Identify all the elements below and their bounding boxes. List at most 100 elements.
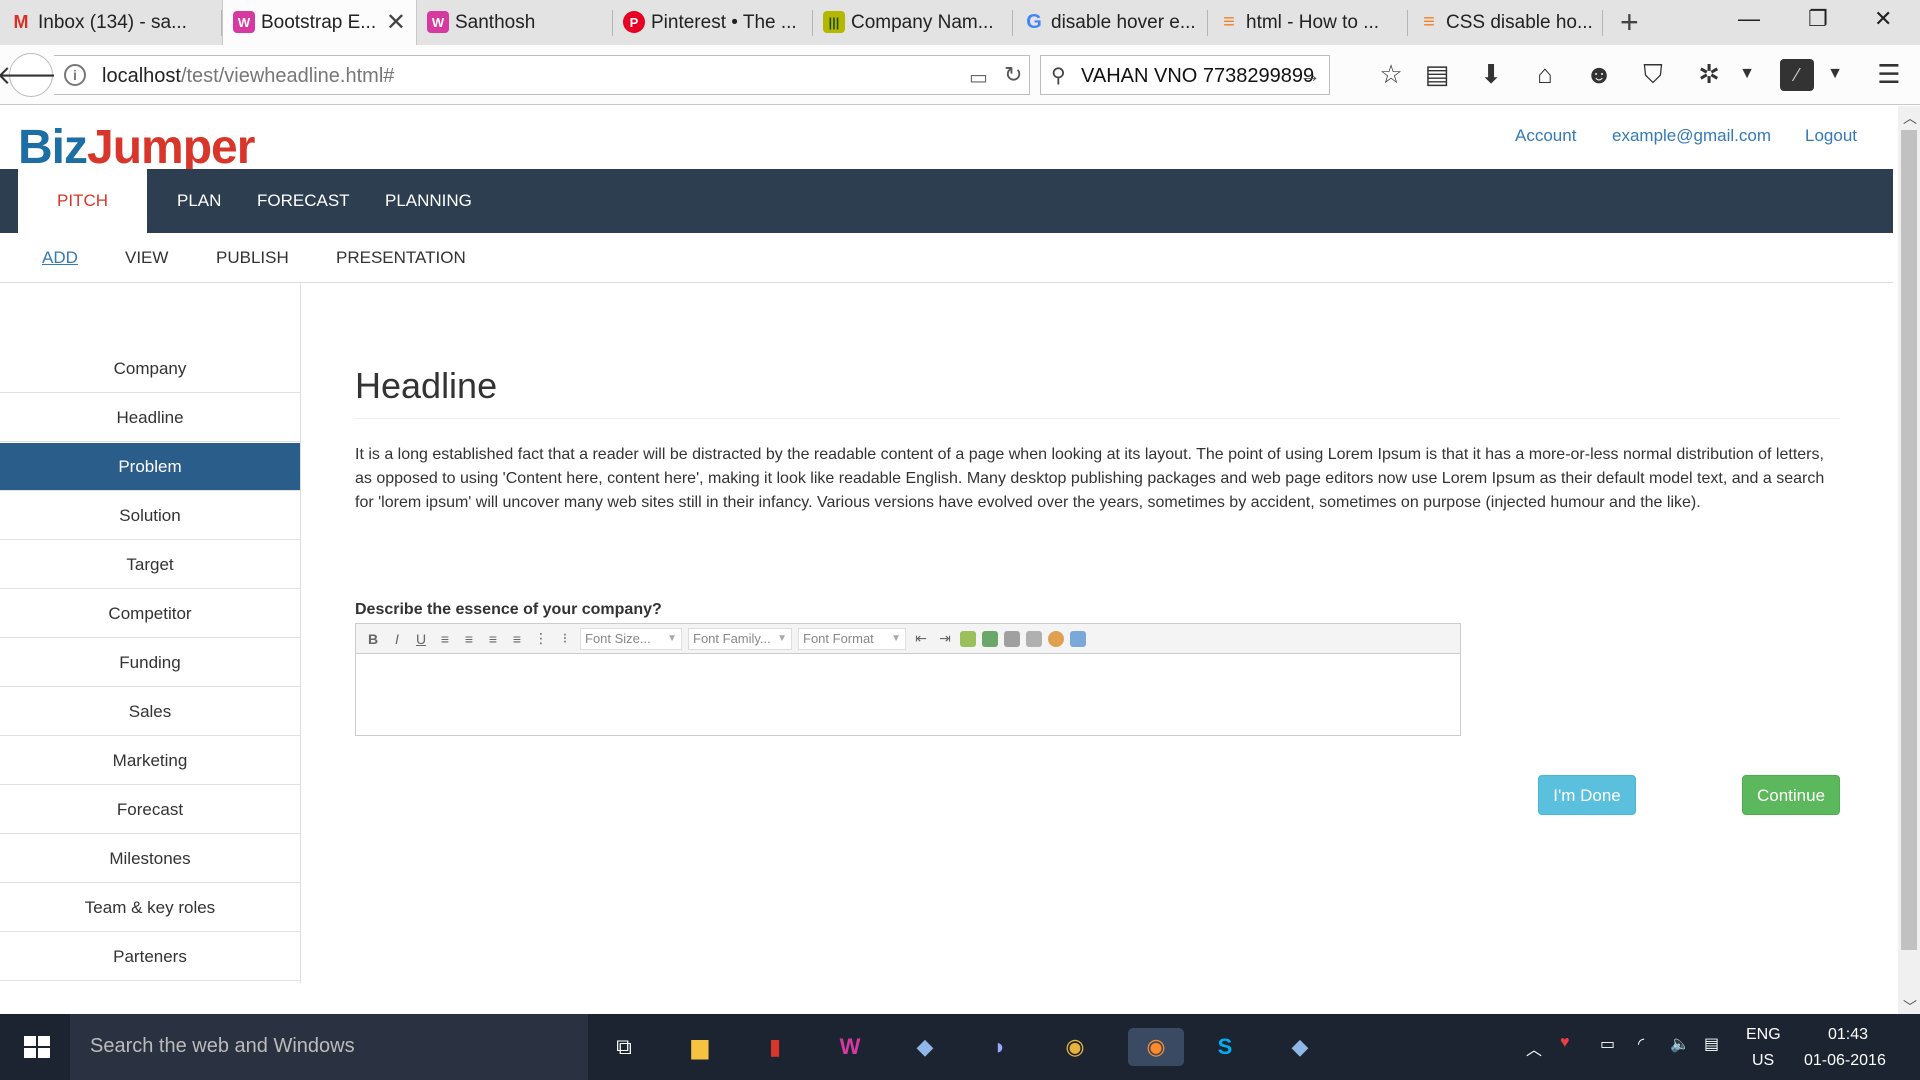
region-indicator[interactable]: US — [1752, 1052, 1774, 1070]
sidebar-item-solution[interactable]: Solution — [0, 492, 300, 540]
volume-icon[interactable]: 🔈 — [1670, 1034, 1690, 1054]
justify-icon[interactable]: ≡ — [508, 631, 526, 647]
tray-chevron-icon[interactable]: ︿ — [1526, 1036, 1542, 1060]
nav-pitch[interactable]: PITCH — [0, 169, 147, 233]
align-left-icon[interactable]: ≡ — [436, 631, 454, 647]
font-family-select[interactable]: Font Family... ▼ — [688, 627, 792, 650]
continue-button[interactable]: Continue — [1742, 775, 1840, 815]
sidebar-item-target[interactable]: Target — [0, 541, 300, 589]
sidebar-item-parteners[interactable]: Parteners — [0, 933, 300, 981]
reader-view-icon[interactable]: ▭ — [969, 65, 988, 90]
windows-start-icon[interactable] — [24, 1036, 50, 1058]
font-format-select[interactable]: Font Format ▼ — [798, 627, 906, 650]
sidebar-item-competitor[interactable]: Competitor — [0, 590, 300, 638]
browser-tab[interactable]: ≡ CSS disable ho... — [1408, 0, 1603, 45]
task-view-icon[interactable]: ⧉ — [604, 1028, 644, 1066]
browser-tab[interactable]: ||| Company Nam... — [813, 0, 1013, 45]
scroll-up-icon[interactable]: ︿ — [1903, 108, 1917, 128]
sidebar-item-forecast[interactable]: Forecast — [0, 786, 300, 834]
file-explorer-icon[interactable]: ▆ — [680, 1028, 720, 1066]
sidebar-item-sales[interactable]: Sales — [0, 688, 300, 736]
sidebar-item-company[interactable]: Company — [0, 345, 300, 393]
subnav-publish[interactable]: PUBLISH — [216, 248, 289, 268]
download-icon[interactable]: ⬇ — [1474, 59, 1508, 90]
logout-link[interactable]: Logout — [1805, 126, 1857, 146]
notifications-icon[interactable]: ▤ — [1704, 1034, 1719, 1054]
color-icon[interactable] — [1048, 630, 1064, 647]
outdent-icon[interactable]: ⇤ — [912, 630, 930, 647]
clock-date[interactable]: 01-06-2016 — [1804, 1052, 1886, 1070]
sidebar-item-team[interactable]: Team & key roles — [0, 884, 300, 932]
sidebar-item-milestones[interactable]: Milestones — [0, 835, 300, 883]
close-tab-icon[interactable]: ✕ — [386, 8, 406, 37]
emoji-icon[interactable]: ☻ — [1582, 59, 1616, 90]
skype-icon[interactable]: S — [1205, 1028, 1245, 1066]
info-icon[interactable]: i — [64, 64, 86, 86]
restore-icon[interactable]: ❐ — [1808, 6, 1828, 32]
italic-icon[interactable]: I — [388, 631, 406, 647]
dropdown-icon[interactable]: ▼ — [1730, 65, 1764, 83]
bookmark-star-icon[interactable]: ☆ — [1374, 59, 1408, 90]
account-link[interactable]: Account — [1515, 126, 1576, 146]
insert-image-icon[interactable] — [982, 630, 998, 647]
unordered-list-icon[interactable]: ⁝ — [556, 630, 574, 647]
browser-tab[interactable]: P Pinterest • The ... — [613, 0, 813, 45]
sidebar-item-marketing[interactable]: Marketing — [0, 737, 300, 785]
browser-tab[interactable]: G disable hover e... — [1013, 0, 1208, 45]
wamp-icon[interactable]: W — [830, 1028, 870, 1066]
sidebar-item-problem[interactable]: Problem — [0, 443, 300, 491]
bold-icon[interactable]: B — [364, 631, 382, 647]
source-icon[interactable] — [1070, 630, 1086, 647]
unlink-icon[interactable] — [1026, 630, 1042, 647]
subnav-presentation[interactable]: PRESENTATION — [336, 248, 466, 268]
browser-tab[interactable]: ≡ html - How to ... — [1208, 0, 1408, 45]
nav-planning[interactable]: PLANNING — [385, 169, 472, 233]
ordered-list-icon[interactable]: ⋮ — [532, 630, 550, 647]
subnav-view[interactable]: VIEW — [125, 248, 168, 268]
bizjumper-logo[interactable]: BizJumper — [18, 120, 255, 175]
extension-icon[interactable]: ✲ — [1692, 59, 1726, 90]
link-icon[interactable] — [1004, 630, 1020, 647]
back-arrow-icon[interactable]: 🡐 — [0, 53, 66, 97]
sidebar-item-funding[interactable]: Funding — [0, 639, 300, 687]
address-bar[interactable]: i localhost/test/viewheadline.html# ▭ ↻ — [54, 55, 1030, 95]
reader-app-icon[interactable]: ▮ — [755, 1028, 795, 1066]
font-size-select[interactable]: Font Size... ▼ — [580, 627, 682, 650]
battery-icon[interactable]: ▭ — [1600, 1034, 1615, 1054]
firefox-icon[interactable]: ◉ — [1128, 1028, 1184, 1066]
new-tab-icon[interactable]: + — [1620, 4, 1639, 41]
email-link[interactable]: example@gmail.com — [1612, 126, 1771, 146]
home-icon[interactable]: ⌂ — [1528, 59, 1562, 90]
minimize-icon[interactable]: — — [1738, 6, 1760, 32]
underline-icon[interactable]: U — [412, 631, 430, 647]
clock-time[interactable]: 01:43 — [1828, 1026, 1868, 1044]
pocket-icon[interactable]: ⛉ — [1636, 59, 1670, 91]
browser-tab[interactable]: M Inbox (134) - sa... — [0, 0, 222, 45]
page-scrollbar[interactable]: ︿ ﹀ — [1898, 106, 1920, 1019]
browser-tab-active[interactable]: W Bootstrap E... ✕ — [222, 0, 417, 45]
dolphin-icon[interactable]: ◗ — [980, 1028, 1020, 1066]
reading-list-icon[interactable]: ▤ — [1420, 59, 1454, 90]
profile-icon[interactable]: ⁄ — [1780, 59, 1814, 91]
align-right-icon[interactable]: ≡ — [484, 631, 502, 647]
reload-icon[interactable]: ↻ — [1004, 62, 1022, 88]
indent-icon[interactable]: ⇥ — [936, 630, 954, 647]
scroll-thumb[interactable] — [1901, 130, 1917, 950]
window-close-icon[interactable]: ✕ — [1874, 6, 1892, 32]
nav-forecast[interactable]: FORECAST — [257, 169, 350, 233]
sidebar-item-headline[interactable]: Headline — [0, 394, 300, 442]
wifi-icon[interactable]: ◜ — [1638, 1034, 1644, 1054]
align-center-icon[interactable]: ≡ — [460, 631, 478, 647]
health-icon[interactable]: ♥ — [1560, 1034, 1570, 1052]
subnav-add[interactable]: ADD — [42, 248, 78, 268]
dropdown-icon[interactable]: ▼ — [1818, 65, 1852, 83]
chrome-icon[interactable]: ◉ — [1055, 1028, 1095, 1066]
language-indicator[interactable]: ENG — [1746, 1026, 1781, 1044]
menu-icon[interactable]: ☰ — [1872, 59, 1906, 90]
app-cube-icon[interactable]: ◆ — [1280, 1028, 1320, 1066]
nav-plan[interactable]: PLAN — [177, 169, 221, 233]
browser-tab[interactable]: W Santhosh — [417, 0, 613, 45]
edit-icon[interactable] — [960, 630, 976, 647]
app-cube-icon[interactable]: ◆ — [905, 1028, 945, 1066]
rich-text-editor[interactable]: B I U ≡ ≡ ≡ ≡ ⋮ ⁝ Font Size... ▼ Font Fam… — [355, 623, 1461, 736]
